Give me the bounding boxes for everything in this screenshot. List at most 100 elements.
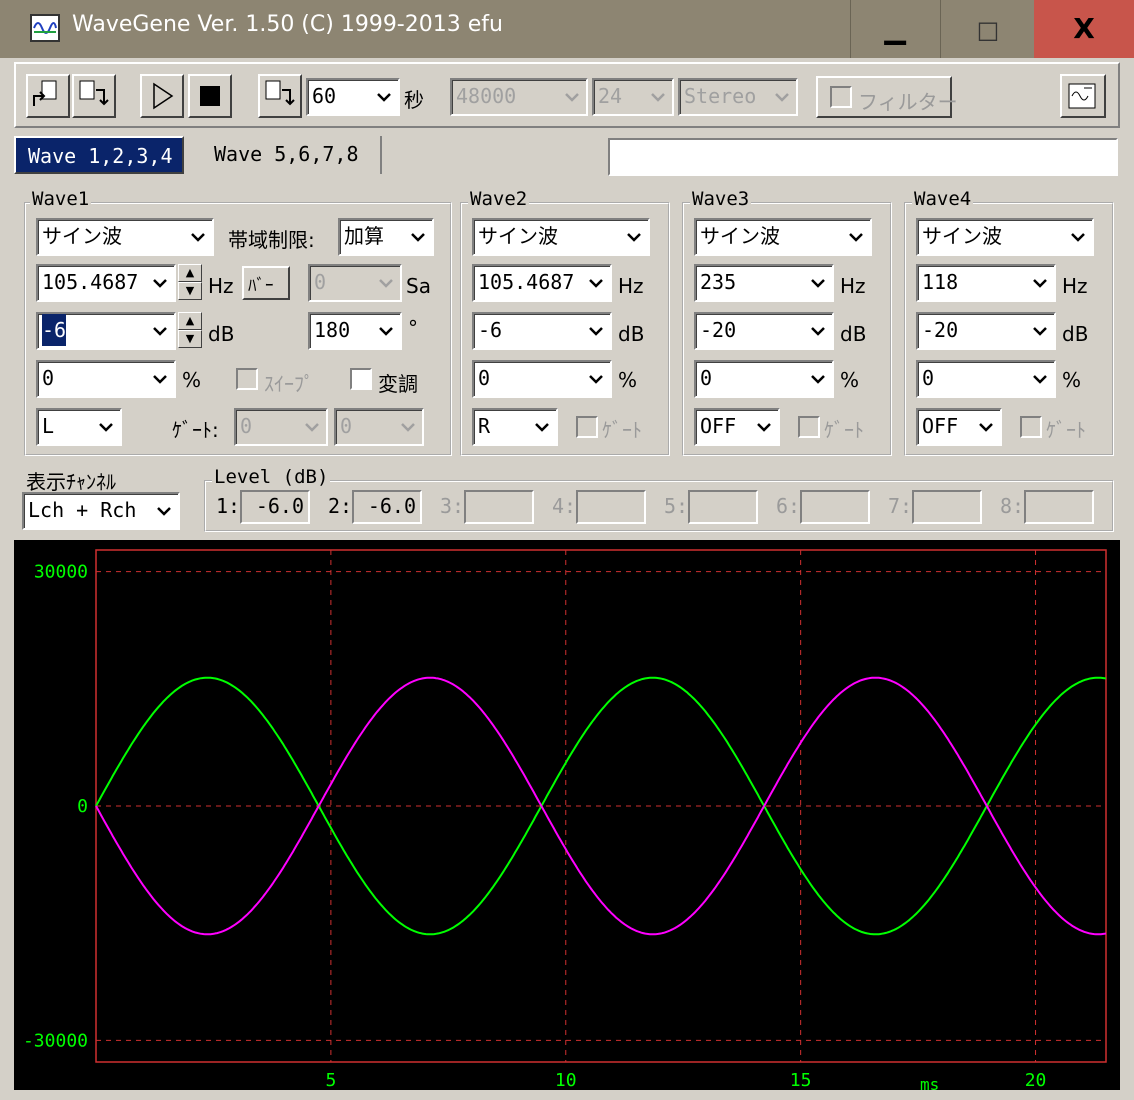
title-bar[interactable]: WaveGene Ver. 1.50 (C) 1999-2013 efu ▁ □… — [0, 0, 1134, 58]
wave1-sweep-label: ｽｲｰﾌﾟ — [264, 372, 314, 396]
wave1-mod-checkbox[interactable] — [350, 368, 372, 390]
wave1-gate-a-select[interactable]: 0 — [234, 408, 328, 446]
wave3-gate-checkbox[interactable] — [798, 416, 820, 438]
chevron-down-icon — [401, 423, 415, 432]
wave2-gate-checkbox[interactable] — [576, 416, 598, 438]
level-value-8 — [1024, 490, 1094, 524]
waveform-chart: 5 10 15 20 30000 0 -30000 ms — [14, 540, 1120, 1094]
wave2-offset-select[interactable]: 0 — [472, 360, 612, 398]
wave1-type-select[interactable]: サイン波 — [36, 218, 214, 256]
wave1-sweep-checkbox[interactable] — [236, 368, 258, 390]
level-label-1: 1: — [216, 494, 241, 518]
level-label-6: 6: — [776, 494, 801, 518]
chevron-down-icon — [153, 279, 167, 288]
chevron-down-icon — [1071, 233, 1085, 242]
wave1-offset-unit: % — [182, 368, 202, 392]
wave4-freq-select[interactable]: 118 — [916, 264, 1056, 302]
chevron-down-icon — [589, 375, 603, 384]
level-value-3 — [464, 490, 534, 524]
wave3-offset-select[interactable]: 0 — [694, 360, 834, 398]
chevron-down-icon — [651, 93, 665, 102]
wave2-channel-select[interactable]: R — [472, 408, 558, 446]
maximize-button[interactable]: □ — [940, 0, 1035, 58]
waveform-plot: 5 10 15 20 30000 0 -30000 ms — [23, 549, 1107, 1094]
filter-checkbox[interactable] — [830, 86, 852, 108]
window-title: WaveGene Ver. 1.50 (C) 1999-2013 efu — [72, 12, 503, 37]
minimize-button[interactable]: ▁ — [850, 0, 939, 58]
level-value-4 — [576, 490, 646, 524]
wave2-offset-unit: % — [618, 368, 638, 392]
level-value-6 — [800, 490, 870, 524]
stop-button[interactable] — [188, 74, 232, 118]
wave1-bar-button[interactable]: ﾊﾞｰ — [242, 266, 290, 300]
bit-depth-select[interactable]: 24 — [592, 78, 674, 116]
wave4-type-select[interactable]: サイン波 — [916, 218, 1094, 256]
spin-down-icon[interactable]: ▼ — [178, 282, 202, 300]
wave1-gate-b-select[interactable]: 0 — [334, 408, 424, 446]
wave1-freq-select[interactable]: 105.4687 — [36, 264, 176, 302]
sample-rate-select[interactable]: 48000 — [450, 78, 588, 116]
chevron-down-icon — [811, 327, 825, 336]
wave3-freq-select[interactable]: 235 — [694, 264, 834, 302]
chevron-down-icon — [99, 423, 113, 432]
wave1-band-select[interactable]: 加算 — [338, 218, 434, 256]
wave1-offset-select[interactable]: 0 — [36, 360, 176, 398]
close-button[interactable]: X — [1034, 0, 1134, 58]
save-button[interactable] — [72, 74, 116, 118]
duration-unit-label: 秒 — [404, 88, 424, 112]
x-tick-label: 5 — [325, 1070, 336, 1090]
minimize-icon: ▁ — [884, 12, 906, 45]
wave4-freq-unit: Hz — [1062, 274, 1088, 298]
wave3-level-select[interactable]: -20 — [694, 312, 834, 350]
y-tick-label: 30000 — [34, 562, 88, 583]
level-value-1: -6.0 — [240, 490, 310, 524]
wave3-channel-select[interactable]: OFF — [694, 408, 780, 446]
export-button[interactable] — [258, 74, 302, 118]
filter-label: フィルター — [858, 90, 958, 114]
wave1-level-spinner[interactable]: ▲ ▼ — [178, 312, 202, 348]
wave3-level-unit: dB — [840, 322, 867, 346]
wave1-freq-unit: Hz — [208, 274, 234, 298]
chevron-down-icon — [1033, 375, 1047, 384]
wave2-type-select[interactable]: サイン波 — [472, 218, 650, 256]
wave1-samples-unit: Sa — [406, 274, 431, 298]
wave2-level-unit: dB — [618, 322, 645, 346]
wavegene-app-icon[interactable] — [30, 14, 60, 42]
spin-up-icon[interactable]: ▲ — [178, 312, 202, 330]
chevron-down-icon — [757, 423, 771, 432]
wave1-channel-select[interactable]: L — [36, 408, 122, 446]
load-button[interactable] — [26, 74, 70, 118]
channels-select[interactable]: Stereo — [678, 78, 798, 116]
duration-select[interactable]: 60 — [306, 78, 400, 116]
wave4-gate-label: ｹﾞｰﾄ — [1046, 418, 1086, 442]
settings-button[interactable] — [1060, 74, 1106, 118]
chevron-down-icon — [589, 279, 603, 288]
display-channel-select[interactable]: Lch + Rch — [22, 492, 180, 530]
level-label-8: 8: — [1000, 494, 1025, 518]
y-tick-label: 0 — [77, 796, 88, 817]
tab-wave-1-4[interactable]: Wave 1,2,3,4 — [14, 136, 184, 174]
wave4-channel-select[interactable]: OFF — [916, 408, 1002, 446]
wave1-phase-select[interactable]: 180 — [308, 312, 402, 350]
chevron-down-icon — [153, 375, 167, 384]
spin-down-icon[interactable]: ▼ — [178, 330, 202, 348]
wave2-freq-select[interactable]: 105.4687 — [472, 264, 612, 302]
level-title: Level (dB) — [212, 466, 331, 488]
tab-wave-5-8[interactable]: Wave 5,6,7,8 — [188, 136, 382, 174]
y-tick-label: -30000 — [23, 1030, 88, 1051]
wave1-level-select[interactable]: -6 — [36, 312, 176, 350]
wave1-samples-select[interactable]: 0 — [308, 264, 402, 302]
chevron-down-icon — [411, 233, 425, 242]
close-icon: X — [1073, 12, 1095, 45]
spin-up-icon[interactable]: ▲ — [178, 264, 202, 282]
filter-toggle[interactable]: フィルター — [816, 76, 958, 118]
play-button[interactable] — [140, 74, 184, 118]
wave2-level-select[interactable]: -6 — [472, 312, 612, 350]
chevron-down-icon — [1033, 279, 1047, 288]
wave4-gate-checkbox[interactable] — [1020, 416, 1042, 438]
wave4-offset-select[interactable]: 0 — [916, 360, 1056, 398]
wave1-freq-spinner[interactable]: ▲ ▼ — [178, 264, 202, 300]
wave3-type-select[interactable]: サイン波 — [694, 218, 872, 256]
wave4-level-select[interactable]: -20 — [916, 312, 1056, 350]
chevron-down-icon — [849, 233, 863, 242]
